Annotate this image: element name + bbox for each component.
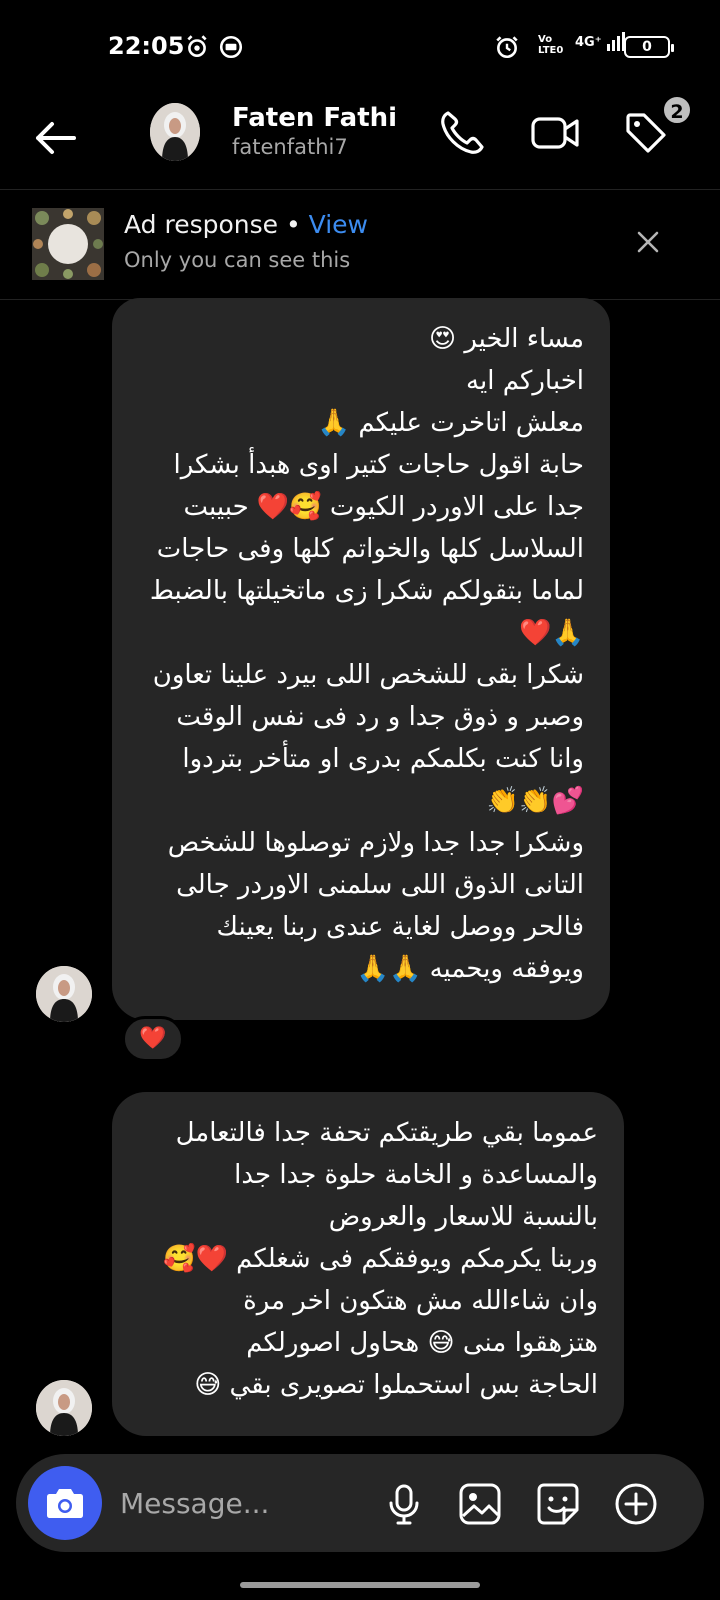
ad-thumbnail-image — [32, 208, 104, 280]
battery-icon: 0 — [624, 36, 674, 58]
battery-level: 0 — [642, 39, 652, 55]
ad-response-subtitle: Only you can see this — [124, 248, 351, 272]
ad-title-separator: • — [278, 210, 309, 239]
signal-label: 4G⁺ — [575, 35, 602, 50]
avatar-image — [150, 103, 200, 161]
alarm-clock-icon — [496, 36, 518, 59]
back-arrow-icon[interactable] — [30, 113, 80, 163]
notification-badge: 2 — [662, 95, 692, 125]
ad-thumbnail[interactable] — [32, 208, 104, 280]
ad-title-text: Ad response — [124, 210, 279, 239]
contact-username[interactable]: fatenfathi7 — [232, 135, 348, 159]
ad-response-bar: Ad response • View Only you can see this — [0, 192, 720, 300]
camera-icon — [47, 1489, 83, 1518]
message-bubble[interactable]: عموما بقي طريقتكم تحفة جدا فالتعامل والم… — [112, 1092, 624, 1436]
alarm-icon — [187, 35, 207, 57]
camera-button[interactable] — [28, 1466, 102, 1540]
phone-icon[interactable] — [436, 107, 488, 159]
message-input[interactable] — [120, 1482, 380, 1524]
ad-response-title: Ad response • View — [124, 210, 368, 239]
avatar[interactable] — [150, 103, 200, 161]
message-composer — [16, 1454, 704, 1552]
sticker-icon[interactable] — [534, 1480, 582, 1528]
sender-avatar[interactable] — [36, 966, 92, 1022]
volte-bottom: LTE0 — [538, 45, 564, 56]
signal-icon: 4G⁺ — [575, 30, 628, 52]
sender-avatar-image — [36, 1380, 92, 1436]
screen-record-icon — [219, 35, 243, 59]
contact-name[interactable]: Faten Fathi — [232, 103, 397, 133]
sender-avatar-image — [36, 966, 92, 1022]
home-indicator[interactable] — [240, 1582, 480, 1588]
message-bubble[interactable]: مساء الخير 😍 اخباركم ايه معلش اتاخرت علي… — [112, 298, 610, 1020]
status-time: 22:05 — [108, 32, 185, 60]
chat-header: Faten Fathi fatenfathi7 2 — [0, 95, 720, 190]
video-icon[interactable] — [530, 107, 582, 159]
volte-icon: Vo LTE0 — [538, 34, 563, 56]
sender-avatar[interactable] — [36, 1380, 92, 1436]
status-bar: 22:05 Vo LTE0 4G⁺ 0 — [0, 0, 720, 95]
add-icon[interactable] — [612, 1480, 660, 1528]
microphone-icon[interactable] — [380, 1480, 428, 1528]
close-icon[interactable] — [628, 222, 668, 262]
volte-top: Vo — [538, 34, 553, 45]
ad-view-link[interactable]: View — [309, 210, 368, 239]
gallery-icon[interactable] — [456, 1480, 504, 1528]
message-reaction[interactable]: ❤️ — [122, 1016, 184, 1062]
